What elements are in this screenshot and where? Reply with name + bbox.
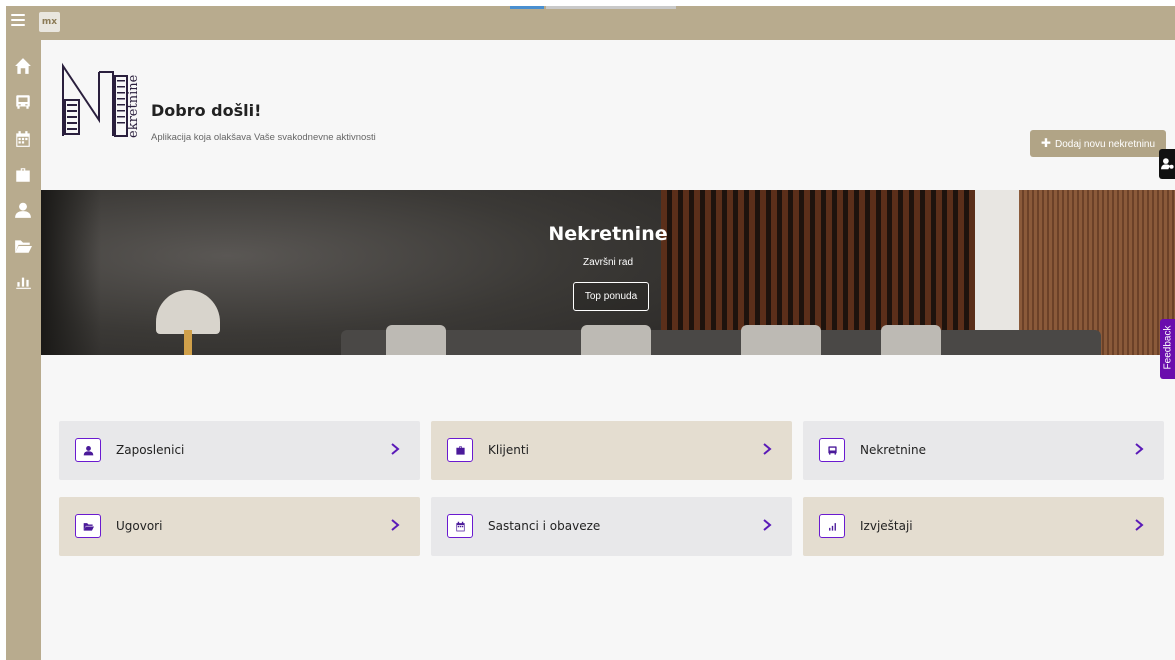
bar-chart-icon — [819, 514, 845, 538]
header: ekretnine Dobro došli! Aplikacija koja o… — [41, 40, 1175, 190]
plus-icon: ✚ — [1040, 136, 1051, 150]
bar-chart-icon[interactable] — [14, 272, 32, 290]
hamburger-menu-icon[interactable] — [11, 14, 25, 28]
hero-subtitle: Završni rad — [582, 257, 633, 268]
tagline: Aplikacija koja olakšava Vaše svakodnevn… — [151, 132, 376, 143]
top-accent-secondary — [546, 6, 676, 9]
app-frame: mx ekretnine Dobro došli! Aplikacija koj… — [6, 6, 1175, 660]
chevron-right-icon — [1132, 439, 1146, 459]
user-icon — [75, 438, 101, 462]
briefcase-icon — [447, 438, 473, 462]
hero-banner: Nekretnine Završni rad Top ponuda — [41, 190, 1175, 355]
calendar-icon — [447, 514, 473, 538]
home-icon[interactable] — [14, 57, 32, 75]
bus-icon[interactable] — [14, 93, 32, 111]
chevron-right-icon — [760, 515, 774, 535]
chevron-right-icon — [760, 439, 774, 459]
brand-logo-text: ekretnine — [126, 74, 141, 138]
tile-label: Nekretnine — [860, 443, 926, 457]
sidebar — [6, 40, 41, 660]
bus-icon — [819, 438, 845, 462]
hero-title: Nekretnine — [548, 223, 668, 245]
add-property-button[interactable]: ✚ Dodaj novu nekretninu — [1030, 130, 1166, 157]
folder-icon[interactable] — [14, 237, 32, 255]
tile-label: Ugovori — [116, 519, 163, 533]
top-offer-button[interactable]: Top ponuda — [573, 282, 649, 311]
user-icon[interactable] — [14, 201, 32, 219]
top-bar: mx — [6, 6, 1175, 40]
chevron-right-icon — [388, 515, 402, 535]
top-accent — [510, 6, 544, 9]
briefcase-icon[interactable] — [14, 166, 32, 184]
tile-zaposlenici[interactable]: Zaposlenici — [59, 421, 420, 480]
feedback-label: Feedback — [1162, 325, 1174, 370]
welcome-heading: Dobro došli! — [151, 101, 262, 120]
tile-izvjestaji[interactable]: Izvještaji — [803, 497, 1164, 556]
chevron-right-icon — [388, 439, 402, 459]
tile-sastanci[interactable]: Sastanci i obaveze — [431, 497, 792, 556]
user-gear-icon — [1161, 158, 1174, 170]
brand-logo: ekretnine — [61, 62, 141, 140]
tile-label: Klijenti — [488, 443, 529, 457]
tile-nekretnine[interactable]: Nekretnine — [803, 421, 1164, 480]
tile-label: Sastanci i obaveze — [488, 519, 601, 533]
tile-klijenti[interactable]: Klijenti — [431, 421, 792, 480]
feedback-tab[interactable]: Feedback — [1160, 319, 1175, 379]
tile-label: Izvještaji — [860, 519, 913, 533]
tile-ugovori[interactable]: Ugovori — [59, 497, 420, 556]
calendar-icon[interactable] — [14, 130, 32, 148]
tile-label: Zaposlenici — [116, 443, 185, 457]
folder-icon — [75, 514, 101, 538]
chevron-right-icon — [1132, 515, 1146, 535]
user-settings-tab[interactable] — [1159, 149, 1175, 179]
add-property-label: Dodaj novu nekretninu — [1054, 139, 1156, 150]
mx-logo: mx — [39, 12, 60, 32]
